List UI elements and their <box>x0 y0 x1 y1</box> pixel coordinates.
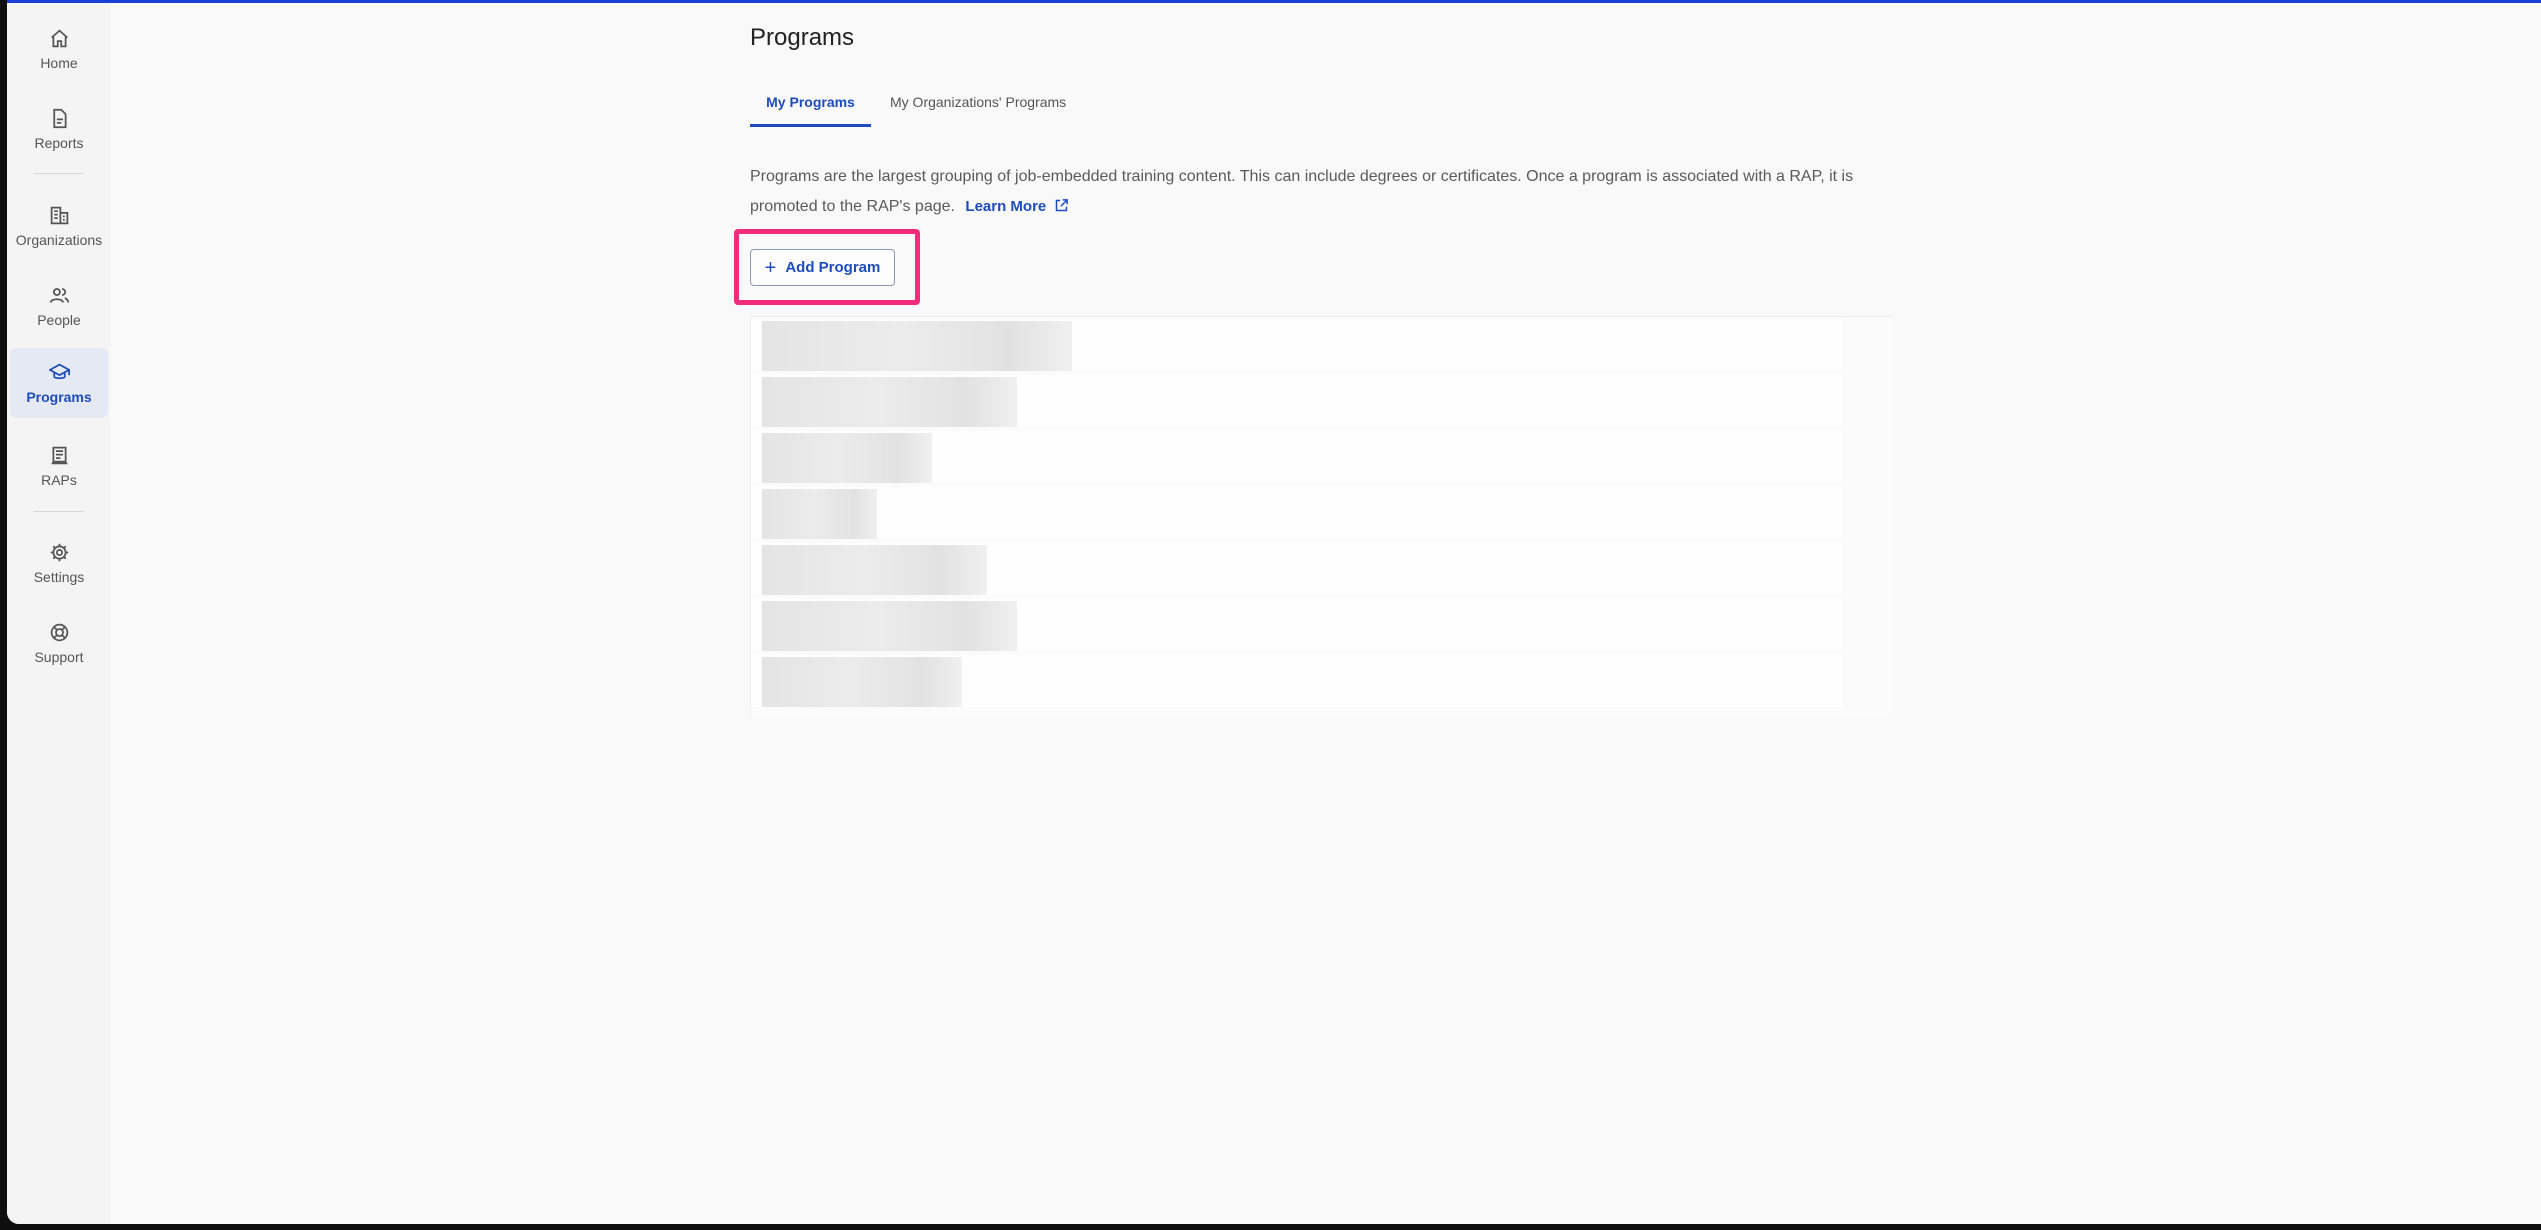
sidebar-item-reports[interactable]: Reports <box>10 94 108 164</box>
sidebar-item-support[interactable]: Support <box>10 608 108 678</box>
list-item[interactable] <box>751 655 1842 707</box>
plus-icon: + <box>764 256 777 279</box>
sidebar-item-label: People <box>37 311 81 328</box>
list-item[interactable] <box>751 599 1842 651</box>
sidebar-divider <box>34 511 84 512</box>
page-description: Programs are the largest grouping of job… <box>750 162 1890 222</box>
document-icon <box>52 108 66 128</box>
sidebar-item-raps[interactable]: RAPs <box>10 431 108 501</box>
learn-more-label: Learn More <box>965 198 1047 215</box>
sidebar-item-organizations[interactable]: Organizations <box>10 191 108 261</box>
sidebar-item-home[interactable]: Home <box>10 14 108 84</box>
sidebar-item-label: Home <box>40 54 78 71</box>
sidebar-divider <box>34 173 84 174</box>
list-item[interactable] <box>751 431 1842 483</box>
sidebar-item-settings[interactable]: Settings <box>10 528 108 598</box>
sidebar-item-programs[interactable]: Programs <box>10 348 108 418</box>
redacted-text <box>762 377 1017 427</box>
sidebar-item-people[interactable]: People <box>10 271 108 341</box>
building-icon <box>50 206 68 224</box>
sidebar-item-label: Settings <box>33 568 85 585</box>
certificate-icon <box>51 446 67 464</box>
page-title: Programs <box>750 24 855 51</box>
tab-my-organizations-programs[interactable]: My Organizations' Programs <box>874 86 1082 127</box>
learn-more-link[interactable]: Learn More <box>965 198 1069 215</box>
redacted-text <box>762 601 1017 651</box>
list-item[interactable] <box>751 487 1842 539</box>
people-icon <box>49 287 69 303</box>
redacted-text <box>762 545 987 595</box>
add-program-button[interactable]: + Add Program <box>750 249 895 286</box>
sidebar-item-label: Support <box>34 648 84 665</box>
sidebar-item-label: Reports <box>34 134 84 151</box>
redacted-text <box>762 433 932 483</box>
sidebar-item-label: Organizations <box>15 231 103 248</box>
redacted-text <box>762 657 962 707</box>
external-link-icon <box>1056 199 1069 212</box>
sidebar: Home Reports Organizations People Progra… <box>7 3 110 1224</box>
description-text: Programs are the largest grouping of job… <box>750 168 1854 215</box>
redacted-text <box>762 489 877 539</box>
programs-list <box>750 316 1893 718</box>
list-item[interactable] <box>751 543 1842 595</box>
sidebar-item-label: Programs <box>26 388 92 405</box>
graduation-cap-icon <box>48 363 70 379</box>
sidebar-item-label: RAPs <box>41 471 77 488</box>
tab-my-programs[interactable]: My Programs <box>750 86 871 127</box>
redacted-text <box>762 321 1072 371</box>
list-item[interactable] <box>751 319 1842 371</box>
list-item[interactable] <box>751 375 1842 427</box>
add-program-label: Add Program <box>785 259 881 276</box>
gear-icon <box>50 543 68 561</box>
home-icon <box>50 28 68 47</box>
lifebuoy-icon <box>50 623 68 641</box>
app-window: Home Reports Organizations People Progra… <box>7 0 2541 1224</box>
